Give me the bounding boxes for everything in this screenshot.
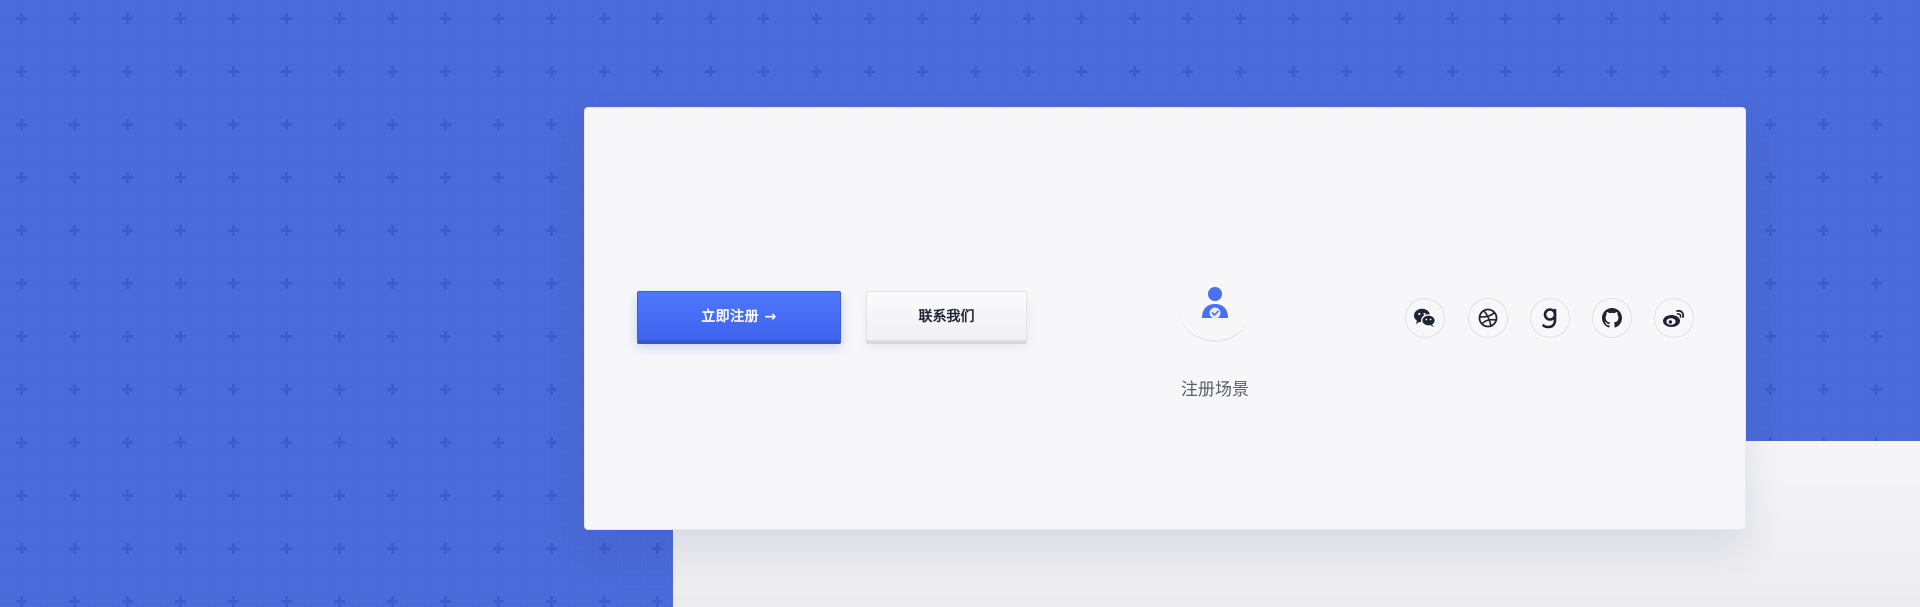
contact-us-button[interactable]: 联系我们 — [866, 291, 1027, 341]
dribbble-button[interactable] — [1468, 298, 1508, 338]
page-canvas: 立即注册 → 联系我们 注册场景 — [0, 0, 1920, 607]
weibo-button[interactable] — [1654, 298, 1694, 338]
g-logo-button[interactable] — [1530, 298, 1570, 338]
wechat-button[interactable] — [1405, 298, 1445, 338]
user-verified-icon — [1202, 287, 1228, 319]
wechat-icon — [1414, 308, 1437, 327]
github-button[interactable] — [1592, 298, 1632, 338]
register-scene[interactable] — [1175, 276, 1255, 346]
g-logo-icon — [1542, 308, 1557, 329]
weibo-icon — [1663, 309, 1685, 327]
github-icon — [1602, 308, 1622, 328]
register-now-button[interactable]: 立即注册 → — [637, 291, 841, 341]
dribbble-icon — [1478, 308, 1498, 328]
scene-label: 注册场景 — [1181, 380, 1249, 400]
